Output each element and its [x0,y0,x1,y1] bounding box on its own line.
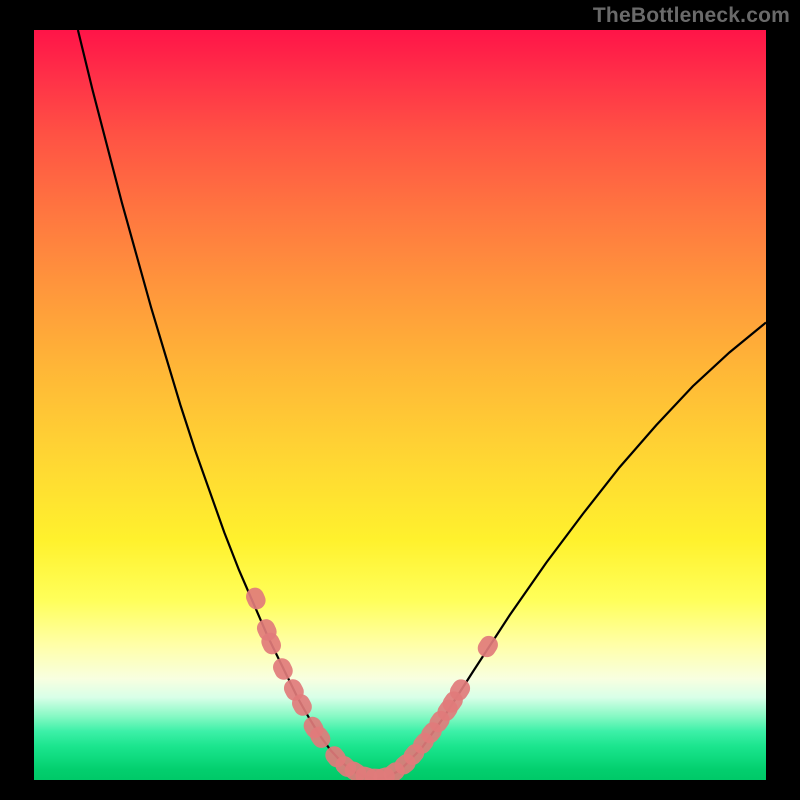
chart-svg [34,30,766,780]
chart-container: TheBottleneck.com [0,0,800,800]
marker-point [270,655,296,683]
plot-area [34,30,766,780]
marker-point [474,632,501,660]
bottleneck-curve [78,30,766,779]
watermark-text: TheBottleneck.com [593,4,790,28]
curve-line [78,30,766,779]
highlighted-points [243,585,501,780]
